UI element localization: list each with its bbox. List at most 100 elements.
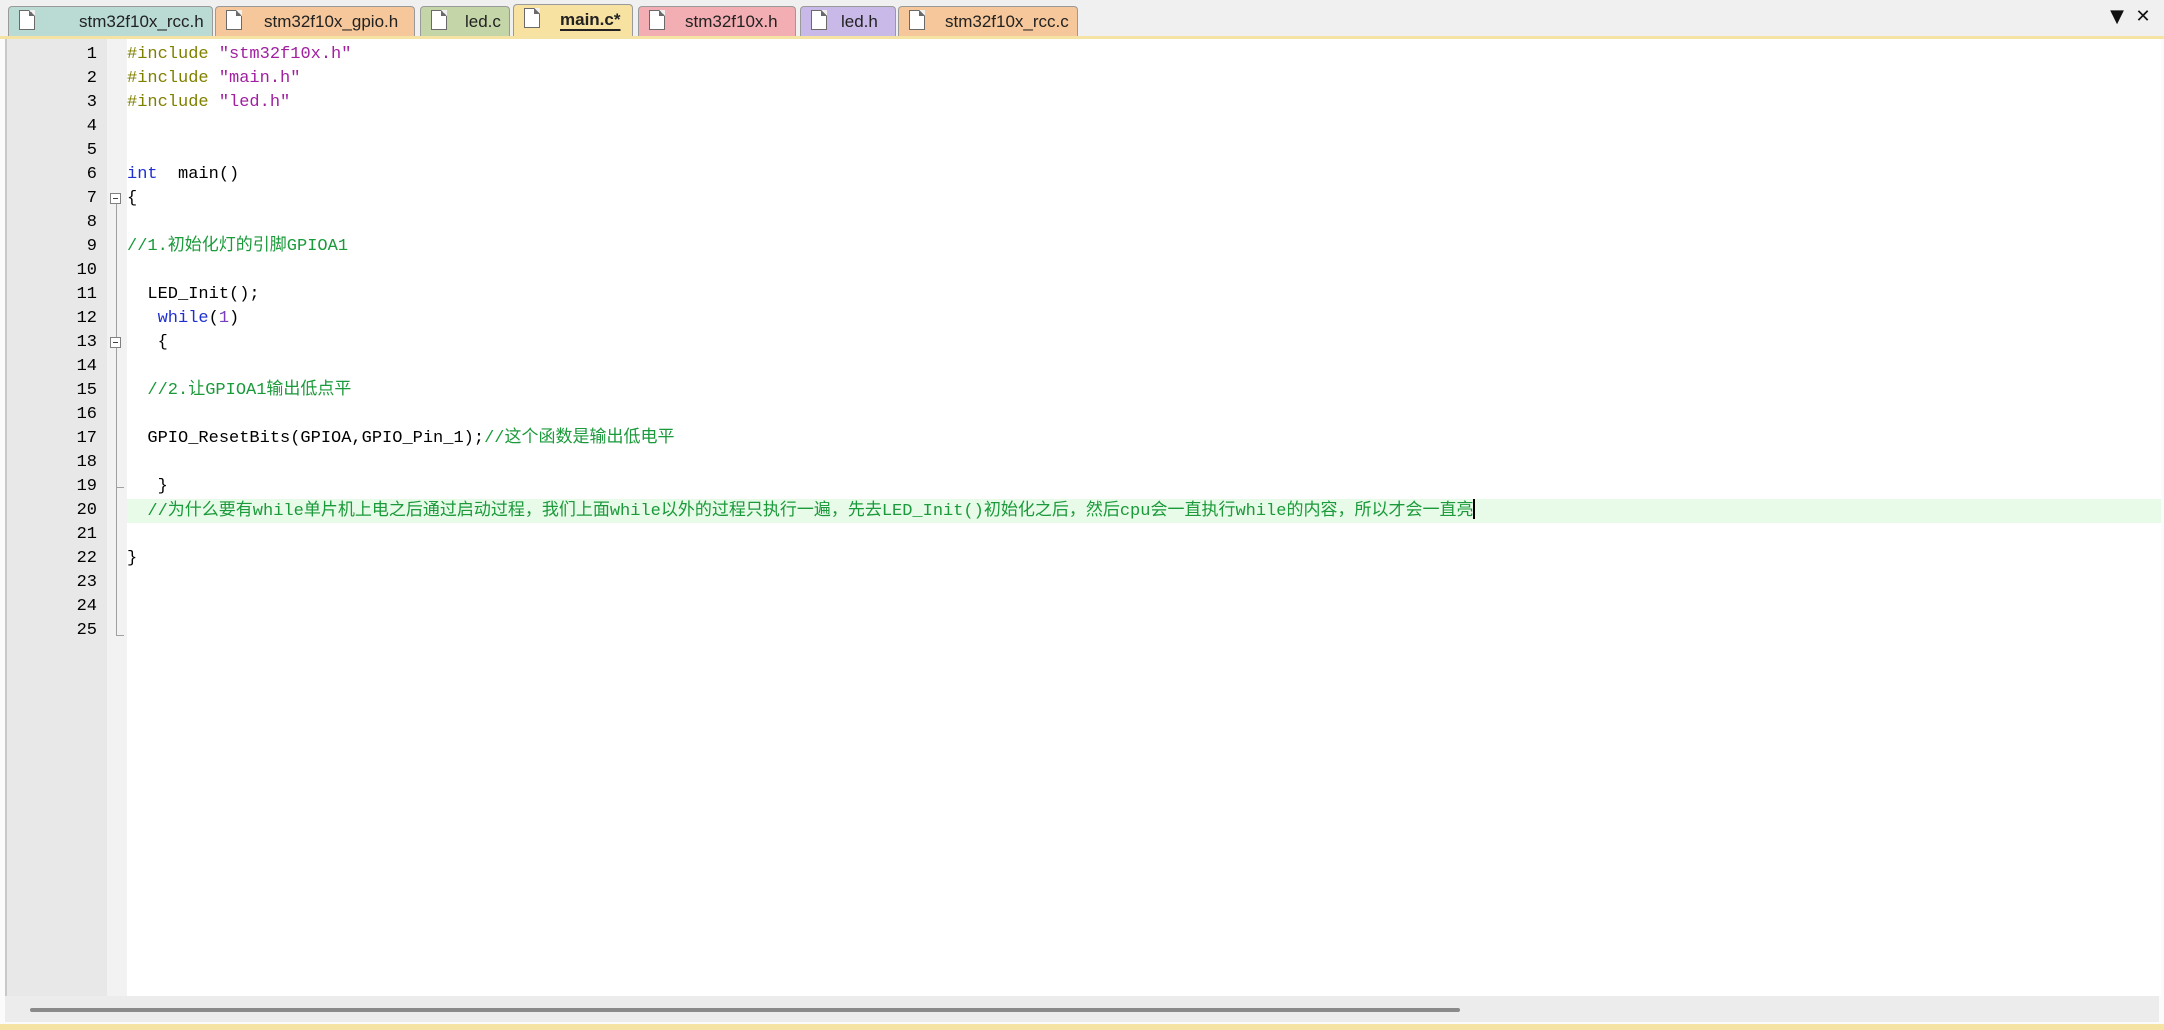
tab-stm32f10x-rcc-h[interactable]: stm32f10x_rcc.h bbox=[8, 6, 213, 36]
tab-list-dropdown-icon[interactable]: ▼ bbox=[2104, 6, 2130, 27]
code-token: //2.让GPIOA1输出低点平 bbox=[127, 381, 352, 400]
tab-controls: ▼ ✕ bbox=[2104, 6, 2156, 32]
line-number: 20 bbox=[76, 501, 97, 520]
code-token: } bbox=[127, 549, 138, 568]
text-cursor bbox=[1473, 499, 1476, 519]
code-token: LED_Init(); bbox=[127, 285, 260, 304]
code-line[interactable]: } bbox=[127, 547, 2161, 571]
code-area[interactable]: #include "stm32f10x.h" #include "main.h" #… bbox=[127, 39, 2161, 996]
code-token: ) bbox=[229, 309, 240, 328]
code-line[interactable]: GPIO_ResetBits(GPIOA,GPIO_Pin_1);//这个函数是… bbox=[127, 427, 2161, 451]
tab-label: stm32f10x_rcc.c bbox=[945, 12, 1069, 31]
line-number: 14 bbox=[76, 357, 97, 376]
code-line[interactable] bbox=[127, 115, 2161, 139]
code-line[interactable]: { bbox=[127, 331, 2161, 355]
code-line[interactable]: { bbox=[127, 187, 2161, 211]
code-line[interactable] bbox=[127, 211, 2161, 235]
line-number: 19 bbox=[76, 477, 97, 496]
tab-label: stm32f10x_rcc.h bbox=[79, 12, 204, 31]
tab-stm32f10x-rcc-c[interactable]: stm32f10x_rcc.c bbox=[898, 6, 1078, 36]
code-token: #include bbox=[127, 45, 219, 64]
line-number: 25 bbox=[76, 621, 97, 640]
code-line[interactable]: //2.让GPIOA1输出低点平 bbox=[127, 379, 2161, 403]
code-line[interactable]: while(1) bbox=[127, 307, 2161, 331]
tab-stm32f10x-gpio-h[interactable]: stm32f10x_gpio.h bbox=[215, 6, 415, 36]
file-icon bbox=[226, 10, 242, 30]
code-token: "led.h" bbox=[218, 93, 291, 112]
tab-label: stm32f10x.h bbox=[685, 12, 778, 31]
line-number: 12 bbox=[76, 309, 97, 328]
code-line[interactable] bbox=[127, 259, 2161, 283]
line-number: 11 bbox=[76, 285, 97, 304]
fold-end-marker bbox=[116, 635, 124, 636]
code-token: "stm32f10x.h" bbox=[218, 45, 352, 64]
code-line[interactable] bbox=[127, 451, 2161, 475]
code-token: ( bbox=[208, 309, 219, 328]
code-line[interactable] bbox=[127, 619, 2161, 643]
code-token: int bbox=[127, 165, 158, 184]
code-line[interactable]: //为什么要有while单片机上电之后通过启动过程，我们上面while以外的过程… bbox=[127, 499, 2161, 523]
collapse-icon[interactable] bbox=[110, 193, 121, 204]
code-token: //1.初始化灯的引脚GPIOA1 bbox=[127, 237, 349, 256]
code-token: while bbox=[157, 309, 209, 328]
line-number: 8 bbox=[86, 213, 97, 232]
code-line[interactable]: #include "stm32f10x.h" bbox=[127, 43, 2161, 67]
line-number: 16 bbox=[76, 405, 97, 424]
line-number: 15 bbox=[76, 381, 97, 400]
line-number: 6 bbox=[86, 165, 97, 184]
code-token: //为什么要有while单片机上电之后通过启动过程，我们上面while以外的过程… bbox=[127, 502, 1474, 521]
code-editor[interactable]: 1 2 3 4 5 6 7 8 9 10 11 12 13 14 15 16 17 18 19 20 21 22 23 24 2… bbox=[5, 39, 2161, 996]
close-icon[interactable]: ✕ bbox=[2130, 6, 2156, 27]
tab-label: main.c* bbox=[560, 10, 621, 29]
code-line[interactable]: //1.初始化灯的引脚GPIOA1 bbox=[127, 235, 2161, 259]
line-number: 17 bbox=[76, 429, 97, 448]
code-line[interactable] bbox=[127, 139, 2161, 163]
code-line[interactable] bbox=[127, 403, 2161, 427]
line-number-gutter: 1 2 3 4 5 6 7 8 9 10 11 12 13 14 15 16 17 18 19 20 21 22 23 24 2… bbox=[7, 39, 107, 996]
tab-stm32f10x-h[interactable]: stm32f10x.h bbox=[638, 6, 796, 36]
tab-main-c-[interactable]: main.c* bbox=[513, 4, 633, 36]
tab-label: led.h bbox=[841, 12, 878, 31]
line-number: 7 bbox=[86, 189, 97, 208]
code-token: GPIO_ResetBits(GPIOA,GPIO_Pin_1); bbox=[127, 429, 485, 448]
code-token: 1 bbox=[218, 309, 230, 328]
line-number: 9 bbox=[86, 237, 97, 256]
tab-label: led.c bbox=[465, 12, 501, 31]
code-token: main() bbox=[157, 165, 240, 184]
code-line[interactable] bbox=[127, 571, 2161, 595]
tab-led-h[interactable]: led.h bbox=[800, 6, 896, 36]
line-number: 4 bbox=[86, 117, 97, 136]
line-number: 21 bbox=[76, 525, 97, 544]
code-token: { bbox=[127, 333, 168, 352]
code-token: { bbox=[127, 189, 138, 208]
file-icon bbox=[811, 10, 827, 30]
code-line[interactable] bbox=[127, 355, 2161, 379]
code-line[interactable]: #include "led.h" bbox=[127, 91, 2161, 115]
code-token: "main.h" bbox=[218, 69, 301, 88]
code-token: #include bbox=[127, 93, 219, 112]
line-number: 18 bbox=[76, 453, 97, 472]
fold-end-marker bbox=[116, 487, 124, 488]
line-number: 22 bbox=[76, 549, 97, 568]
code-line[interactable] bbox=[127, 523, 2161, 547]
code-line[interactable]: LED_Init(); bbox=[127, 283, 2161, 307]
tab-led-c[interactable]: led.c bbox=[420, 6, 510, 36]
fold-guide bbox=[116, 204, 117, 635]
file-icon bbox=[909, 10, 925, 30]
code-line[interactable]: } bbox=[127, 475, 2161, 499]
horizontal-scrollbar[interactable] bbox=[5, 996, 2159, 1022]
file-icon bbox=[649, 10, 665, 30]
file-icon bbox=[524, 8, 540, 28]
line-number: 24 bbox=[76, 597, 97, 616]
line-number: 1 bbox=[86, 45, 97, 64]
collapse-icon[interactable] bbox=[110, 337, 121, 348]
code-line[interactable] bbox=[127, 595, 2161, 619]
scrollbar-thumb[interactable] bbox=[30, 1008, 1460, 1012]
tab-bar: stm32f10x_rcc.h stm32f10x_gpio.h led.c main… bbox=[0, 0, 2164, 39]
file-icon bbox=[19, 10, 35, 30]
code-line[interactable]: #include "main.h" bbox=[127, 67, 2161, 91]
code-line[interactable]: int main() bbox=[127, 163, 2161, 187]
file-icon bbox=[431, 10, 447, 30]
code-token: #include bbox=[127, 69, 219, 88]
